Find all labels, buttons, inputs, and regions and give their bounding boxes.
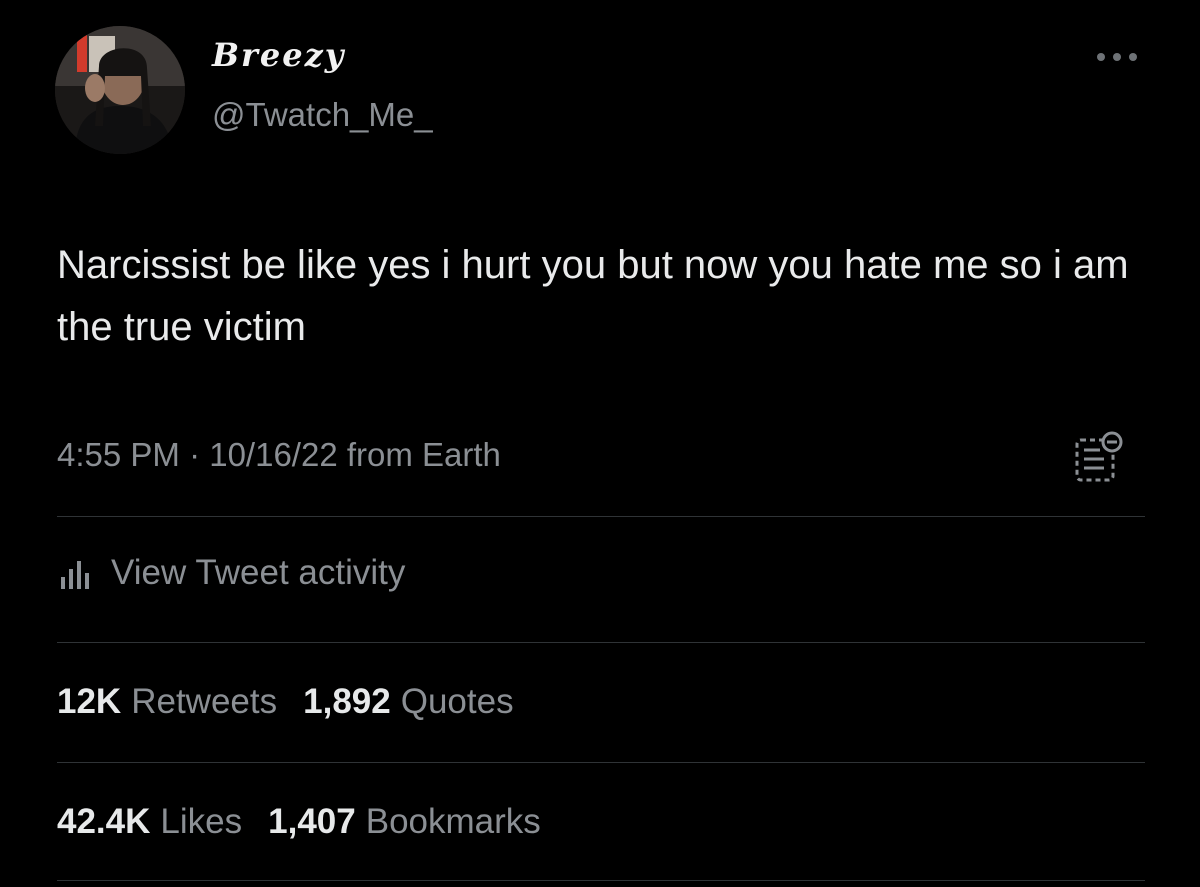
more-options-icon[interactable] (1094, 50, 1140, 64)
bookmarks-label: Bookmarks (365, 802, 541, 841)
retweets-stat[interactable]: 12K Retweets (57, 682, 277, 722)
divider (57, 642, 1145, 643)
retweets-label: Retweets (131, 682, 278, 721)
view-tweet-activity-link[interactable]: View Tweet activity (57, 553, 405, 593)
likes-label: Likes (160, 802, 243, 841)
avatar-photo (55, 26, 185, 154)
community-note-icon[interactable] (1070, 430, 1130, 484)
avatar[interactable] (55, 26, 185, 154)
bar-chart-icon (61, 561, 89, 589)
tweet-detail: Breezy @Twatch_Me_ Narcissist be like ye… (0, 0, 1200, 887)
divider (57, 516, 1145, 517)
tweet-text: Narcissist be like yes i hurt you but no… (57, 243, 1129, 349)
stats-row-likes-bookmarks: 42.4K Likes 1,407 Bookmarks (57, 802, 567, 842)
quotes-stat[interactable]: 1,892 Quotes (303, 682, 513, 722)
likes-count: 42.4K (57, 802, 151, 841)
display-name[interactable]: Breezy (212, 36, 345, 74)
bookmarks-count: 1,407 (268, 802, 356, 841)
tweet-timestamp[interactable]: 4:55 PM · 10/16/22 from Earth (57, 436, 501, 474)
quotes-count: 1,892 (303, 682, 391, 721)
retweets-count: 12K (57, 682, 122, 721)
user-handle[interactable]: @Twatch_Me_ (212, 96, 433, 134)
likes-stat[interactable]: 42.4K Likes (57, 802, 242, 842)
view-tweet-activity-label: View Tweet activity (111, 553, 406, 592)
divider (57, 880, 1145, 881)
quotes-label: Quotes (400, 682, 514, 721)
bookmarks-stat[interactable]: 1,407 Bookmarks (268, 802, 541, 842)
stats-row-retweets-quotes: 12K Retweets 1,892 Quotes (57, 682, 540, 722)
divider (57, 762, 1145, 763)
